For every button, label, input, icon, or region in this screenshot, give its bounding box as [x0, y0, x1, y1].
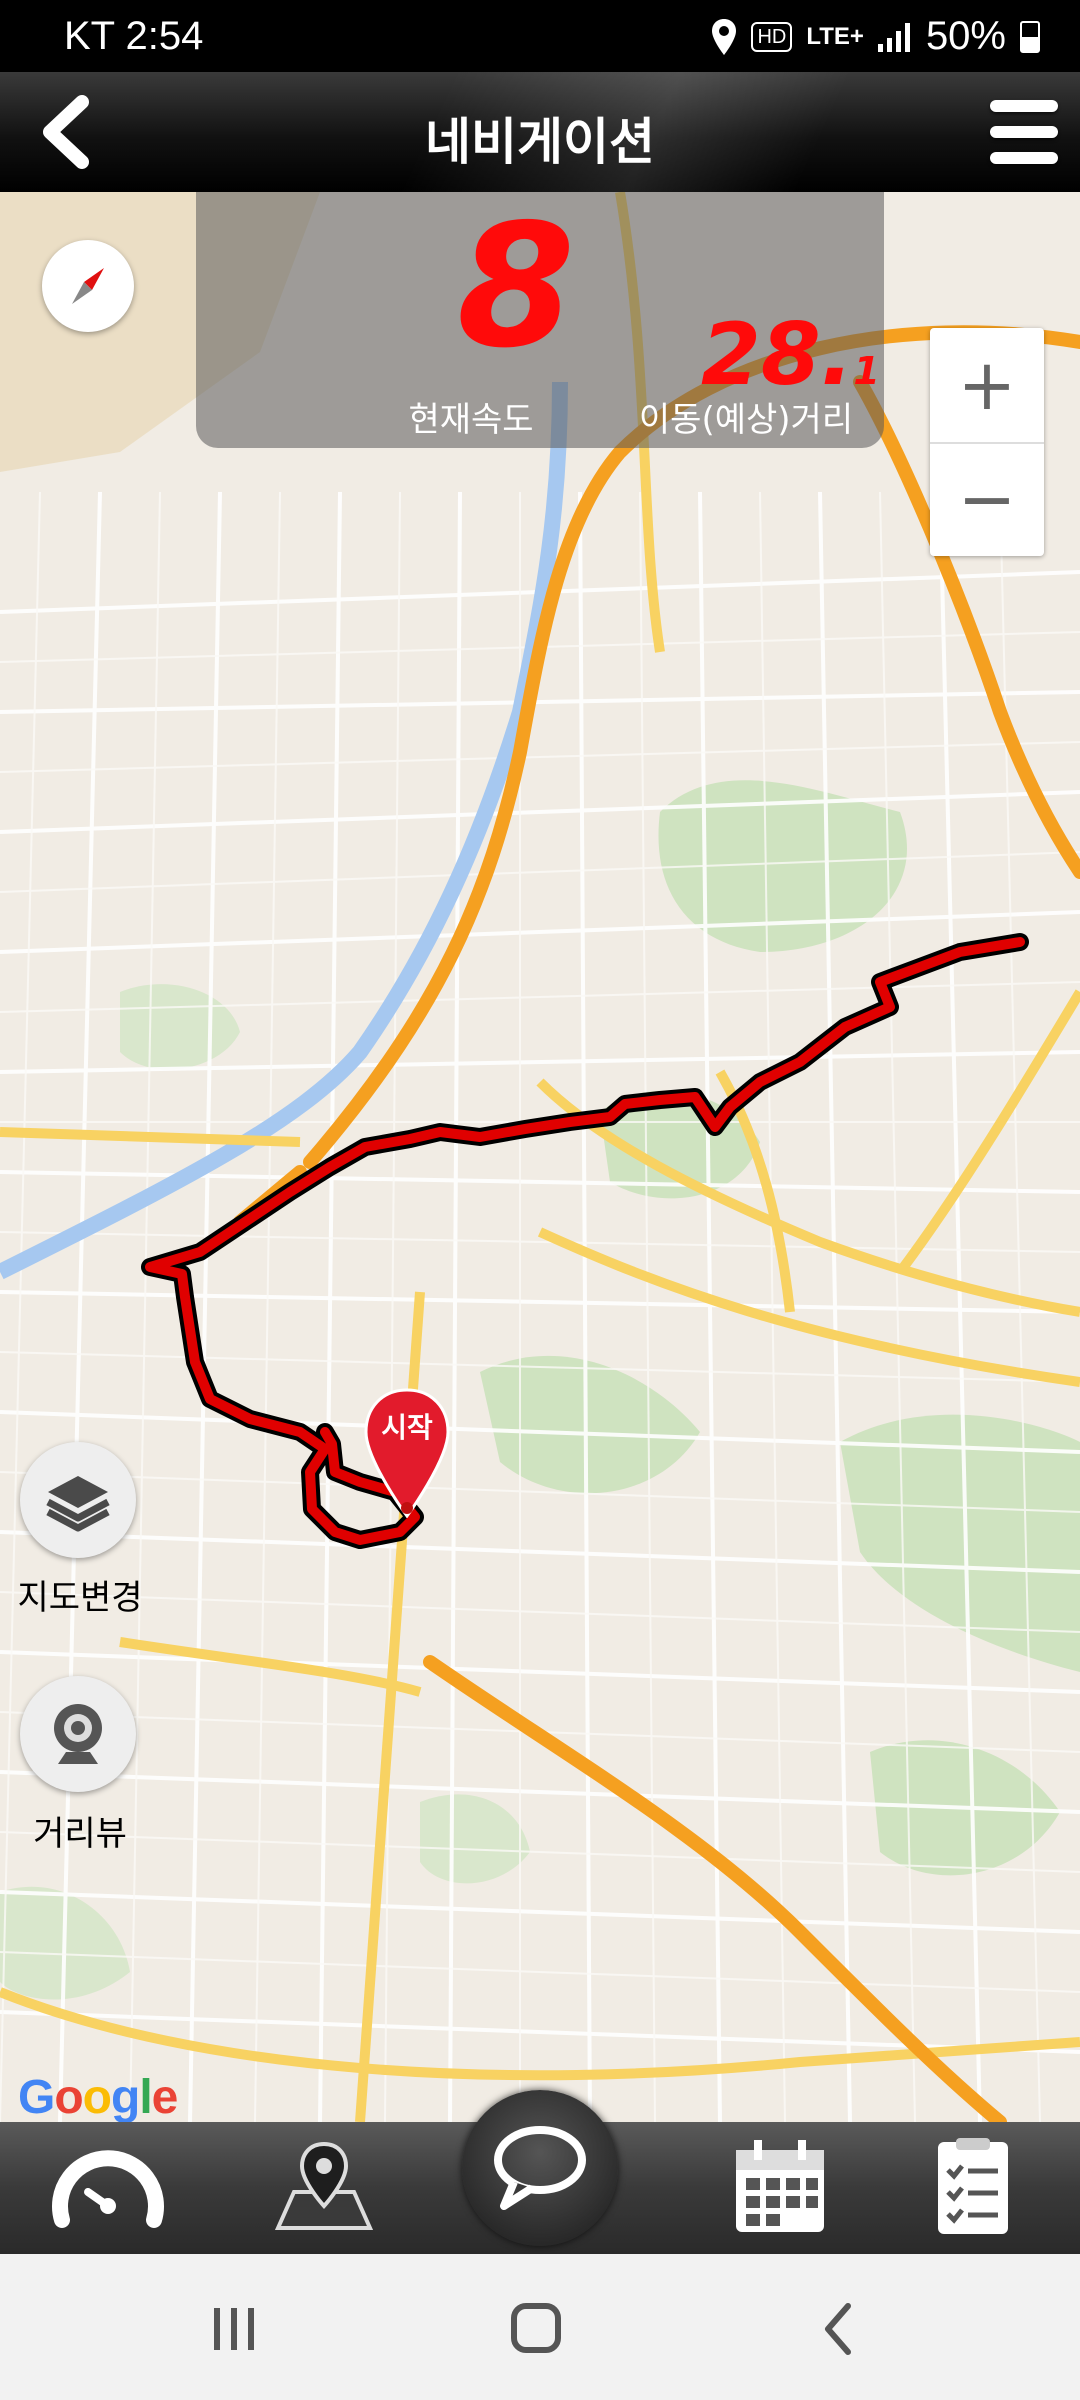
- checklist-icon[interactable]: [912, 2136, 1032, 2240]
- chat-bubble-icon: [494, 2126, 586, 2210]
- title-bar: 네비게이션: [0, 72, 1080, 192]
- speed-panel: 8 현재속도 28.1 이동(예상)거리: [196, 192, 884, 448]
- back-icon[interactable]: [790, 2294, 890, 2364]
- map-view[interactable]: [0, 192, 1080, 2122]
- recent-apps-icon[interactable]: [184, 2294, 284, 2364]
- zoom-out-button[interactable]: −: [930, 442, 1044, 556]
- zoom-controls: + −: [930, 328, 1044, 556]
- zoom-in-button[interactable]: +: [930, 328, 1044, 444]
- distance-main: 28.: [701, 305, 854, 405]
- signal-icon: [877, 22, 910, 52]
- street-view-label: 거리뷰: [33, 1814, 127, 1854]
- battery-icon: [1020, 20, 1040, 53]
- chat-button[interactable]: [462, 2090, 618, 2246]
- location-icon: [712, 18, 737, 55]
- current-speed: 8: [456, 188, 576, 386]
- distance-decimal: 1: [853, 349, 880, 393]
- page-title: 네비게이션: [425, 113, 655, 171]
- battery-percent: 50%: [925, 14, 1006, 58]
- street-view-button[interactable]: [20, 1676, 136, 1792]
- status-bar: KT 2:54 HD LTE+ 50%: [0, 0, 1080, 72]
- map-layer-label: 지도변경: [17, 1578, 143, 1618]
- google-logo: Google: [18, 2071, 178, 2124]
- map-pin-icon[interactable]: [264, 2136, 384, 2240]
- current-speed-label: 현재속도: [408, 400, 534, 440]
- hamburger-menu-icon[interactable]: [984, 94, 1064, 170]
- home-icon[interactable]: [486, 2294, 586, 2364]
- calendar-icon[interactable]: [720, 2136, 840, 2240]
- carrier-time: KT 2:54: [64, 14, 204, 58]
- distance-label: 이동(예상)거리: [638, 400, 854, 440]
- webcam-icon: [54, 1704, 102, 1764]
- compass-button[interactable]: [42, 240, 134, 332]
- compass-icon: [72, 268, 104, 304]
- lte-label: LTE+: [806, 22, 864, 50]
- system-nav-bar: [0, 2254, 1080, 2400]
- map-canvas: [0, 192, 1080, 2122]
- map-layer-button[interactable]: [20, 1442, 136, 1558]
- hd-badge: HD: [751, 21, 793, 52]
- status-icons: HD LTE+ 50%: [711, 14, 1040, 59]
- layers-icon: [46, 1476, 110, 1532]
- start-marker-label: 시작: [381, 1411, 433, 1444]
- speedometer-icon[interactable]: [48, 2136, 168, 2240]
